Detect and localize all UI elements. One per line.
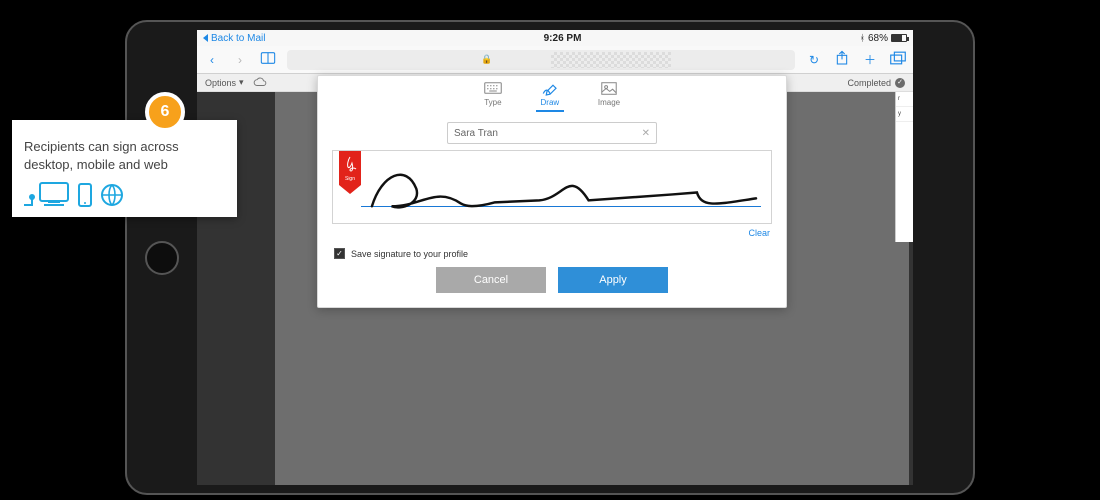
clear-name-icon[interactable]: ✕ xyxy=(642,128,650,139)
clock: 9:26 PM xyxy=(269,33,855,44)
bluetooth-icon: ᚼ xyxy=(860,33,865,43)
svg-text:Sign: Sign xyxy=(345,176,355,182)
url-bar[interactable]: 🔒 xyxy=(287,50,795,70)
nav-forward-icon: › xyxy=(231,53,249,67)
reload-icon[interactable]: ↻ xyxy=(805,53,823,67)
bookmarks-icon[interactable] xyxy=(259,51,277,68)
cancel-button[interactable]: Cancel xyxy=(436,267,546,293)
battery-percent: 68% xyxy=(868,33,888,44)
save-signature-label: Save signature to your profile xyxy=(351,249,468,259)
desktop-icon xyxy=(24,181,70,207)
completed-status: Completed ✓ xyxy=(847,78,905,88)
screen: Back to Mail 9:26 PM ᚼ 68% ‹ › 🔒 ↻ xyxy=(197,30,913,485)
clear-signature-link[interactable]: Clear xyxy=(318,224,786,238)
tab-draw[interactable]: Draw xyxy=(536,82,564,112)
safari-toolbar: ‹ › 🔒 ↻ ＋ xyxy=(197,46,913,74)
callout-text: Recipients can sign across desktop, mobi… xyxy=(24,138,225,173)
options-menu[interactable]: Options▾ xyxy=(205,77,267,89)
ipad-frame: Back to Mail 9:26 PM ᚼ 68% ‹ › 🔒 ↻ xyxy=(125,20,975,495)
web-globe-icon xyxy=(100,183,124,207)
cloud-icon[interactable] xyxy=(253,77,267,89)
ios-status-bar: Back to Mail 9:26 PM ᚼ 68% xyxy=(197,30,913,46)
pen-draw-icon xyxy=(541,82,559,97)
home-button[interactable] xyxy=(145,241,179,275)
back-to-app-link[interactable]: Back to Mail xyxy=(211,33,265,44)
save-signature-checkbox[interactable]: ✓ xyxy=(334,248,345,259)
share-icon[interactable] xyxy=(833,50,851,69)
battery-icon xyxy=(891,34,907,42)
tabs-icon[interactable] xyxy=(889,51,907,68)
keyboard-icon xyxy=(484,82,502,97)
signer-name-input[interactable]: Sara Tran ✕ xyxy=(447,122,657,144)
tab-image[interactable]: Image xyxy=(598,82,620,112)
step-badge: 6 xyxy=(145,92,185,132)
apply-button[interactable]: Apply xyxy=(558,267,668,293)
tab-type[interactable]: Type xyxy=(484,82,502,112)
side-panel-peek: ry xyxy=(895,92,913,242)
signature-canvas[interactable]: Sign xyxy=(332,150,772,224)
check-circle-icon: ✓ xyxy=(895,78,905,88)
mobile-icon xyxy=(78,183,92,207)
back-caret-icon[interactable] xyxy=(203,34,208,42)
image-icon xyxy=(601,82,617,97)
signature-modal: Type Draw Image Sara Tran ✕ xyxy=(317,75,787,308)
new-tab-icon[interactable]: ＋ xyxy=(861,51,879,68)
signer-name-text: Sara Tran xyxy=(454,128,498,139)
url-loading-overlay xyxy=(551,52,671,68)
acrobat-sign-tag: Sign xyxy=(339,151,361,185)
tutorial-callout: 6 Recipients can sign across desktop, mo… xyxy=(12,120,237,217)
device-icons-row xyxy=(24,181,225,207)
chevron-down-icon: ▾ xyxy=(239,77,244,88)
lock-icon: 🔒 xyxy=(481,54,492,65)
nav-back-icon[interactable]: ‹ xyxy=(203,53,221,67)
signature-stroke xyxy=(367,159,761,218)
signature-tabs: Type Draw Image xyxy=(318,76,786,114)
